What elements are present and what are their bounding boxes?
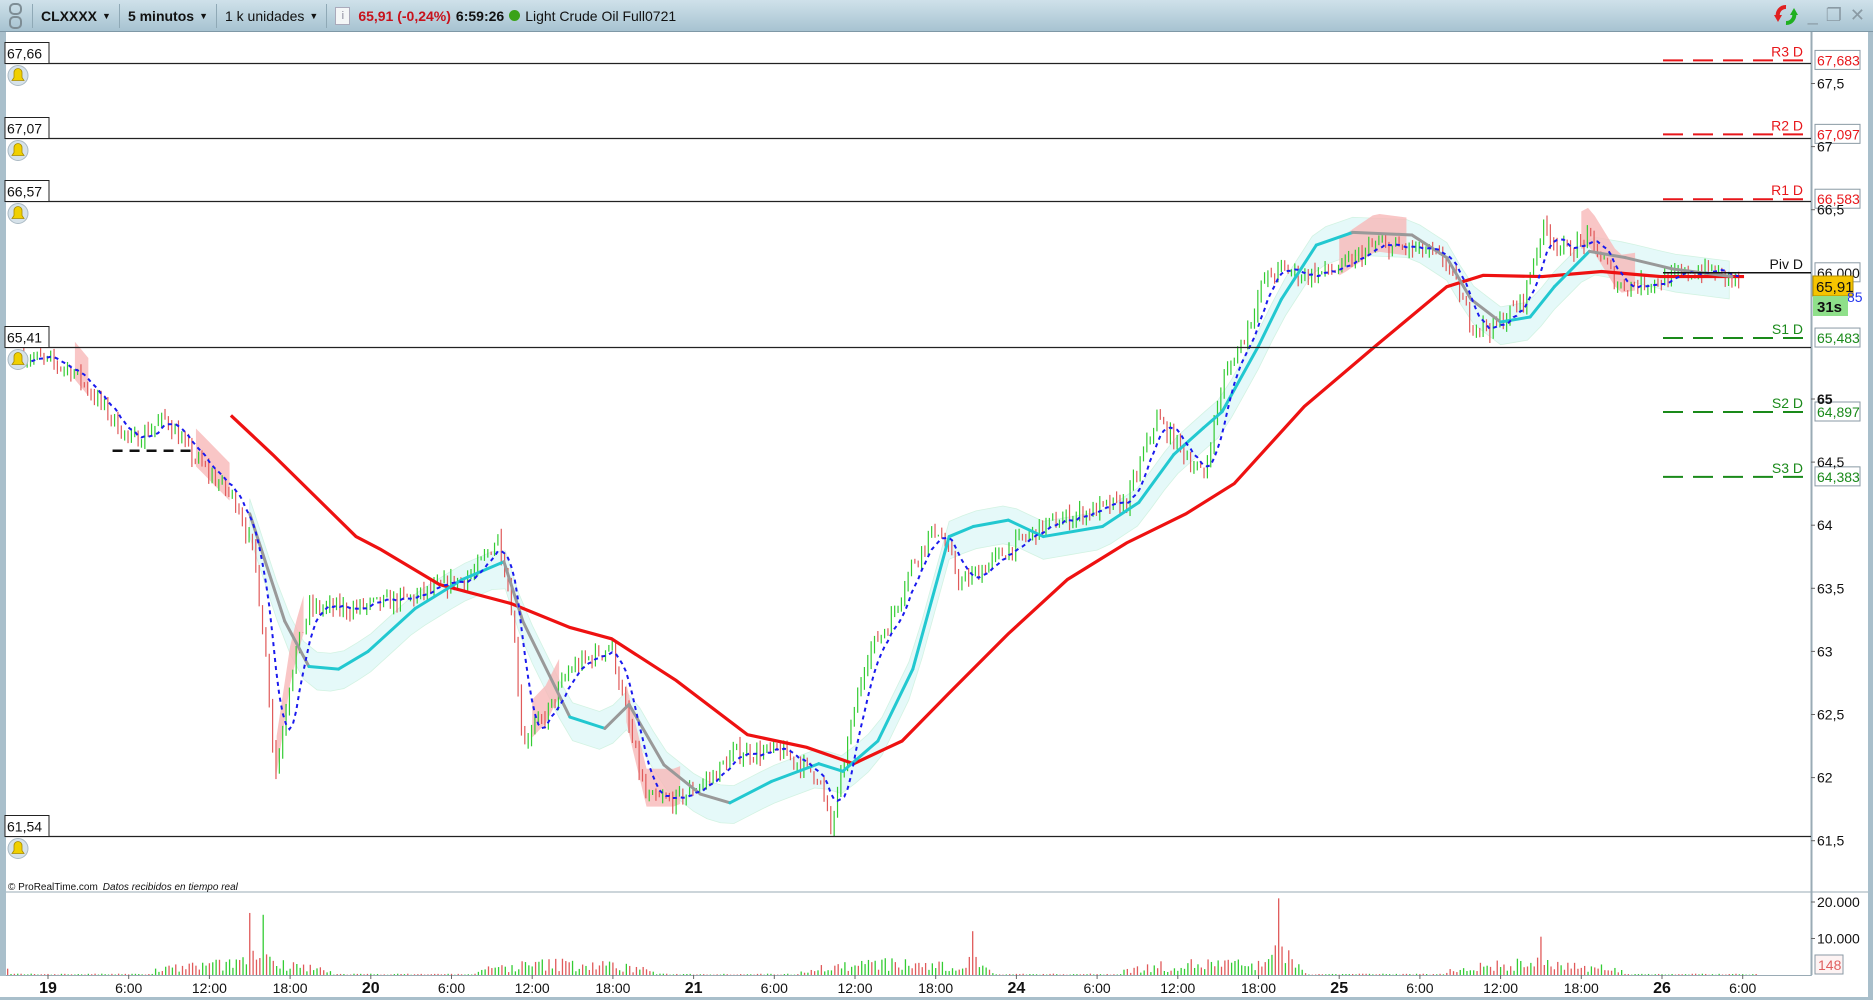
alert-label: 66,57 [7,184,42,200]
watermark: © ProRealTime.com Datos recibidos en tiem… [8,882,239,893]
time-tick-label: 20 [362,980,380,997]
info-icon[interactable]: i [335,6,351,25]
pivot-name: R3 D [1771,43,1803,59]
divider [32,3,33,28]
clock-time: 6:59:26 [455,7,505,24]
bell-icon[interactable] [7,349,29,370]
units-selector[interactable]: 1 k unidades ▼ [221,8,322,24]
chevron-down-icon: ▼ [309,10,319,21]
plot-area [6,32,1811,975]
time-tick-label: 6:00 [1406,980,1433,996]
time-tick-label: 18:00 [918,980,953,996]
time-tick-label: 18:00 [273,980,308,996]
time-tick-label: 6:00 [1083,980,1110,996]
price-chart[interactable]: 67,66 67,07 66,57 65,41 61,54 R3 D 67,683 R2 D… [0,32,1873,1000]
instrument-name: Light Crude Oil Full0721 [525,7,677,24]
bell-icon[interactable] [7,838,29,859]
time-tick-label: 21 [685,980,703,997]
refresh-icon[interactable] [1772,3,1800,27]
symbol-selector[interactable]: CLXXXX ▼ [37,8,115,24]
time-tick-label: 18:00 [595,980,630,996]
chevron-down-icon: ▼ [199,10,208,21]
minimize-button[interactable]: _ [1808,5,1818,26]
pivot-name: Piv D [1770,256,1803,272]
alert-label: 67,07 [7,121,42,137]
status-dot-icon [509,10,521,21]
time-tick-label: 18:00 [1241,980,1276,996]
bell-icon[interactable] [7,140,29,161]
price-tick-label: 63 [1817,643,1833,659]
units-label: 1 k unidades [224,7,305,24]
pivot-name: R2 D [1771,117,1803,133]
price-tick-label: 67 [1817,139,1833,155]
pivot-name: S1 D [1772,321,1803,337]
timeframe-selector[interactable]: 5 minutos ▼ [124,8,212,24]
price-tick-label: 62,5 [1817,707,1844,723]
time-tick-label: 12:00 [837,980,872,996]
hidden-price-label: 85 [1847,289,1863,305]
time-tick-label: 12:00 [1160,980,1195,996]
time-tick-label: 6:00 [1729,980,1756,996]
volume-current-label: 148 [1818,957,1842,973]
alert-label: 65,41 [7,330,42,346]
symbol-label: CLXXXX [41,7,98,24]
bell-icon[interactable] [7,65,29,86]
close-button[interactable]: ✕ [1850,5,1865,26]
divider [215,3,217,28]
price-tick-label: 67,5 [1817,76,1844,92]
price-tick-label: 61,5 [1817,833,1844,849]
price-tick-label: 64,5 [1817,454,1844,470]
time-tick-label: 18:00 [1564,980,1599,996]
countdown-label: 31s [1817,299,1842,316]
time-tick-label: 12:00 [1483,980,1518,996]
toolbar: CLXXXX ▼ 5 minutos ▼ 1 k unidades ▼ i 65,91… [0,0,1873,32]
time-tick-label: 6:00 [115,980,142,996]
price-tick-label: 66,5 [1817,202,1844,218]
pivot-name: S2 D [1772,395,1803,411]
alert-label: 67,66 [7,46,42,62]
alert-label: 61,54 [7,819,42,835]
time-tick-label: 26 [1653,980,1671,997]
chevron-down-icon: ▼ [102,10,111,21]
price-tick-label: 64 [1817,517,1833,533]
time-tick-label: 12:00 [192,980,227,996]
time-tick-label: 19 [39,980,57,997]
divider [118,3,120,28]
pivot-value: 64,383 [1817,469,1860,485]
pivot-name: R1 D [1771,182,1803,198]
time-tick-label: 24 [1008,980,1026,997]
restore-button[interactable]: ❐ [1826,5,1842,26]
volume-tick-label: 10.000 [1817,931,1860,947]
price-axis[interactable] [1812,32,1868,997]
price-tick-label: 65 [1817,391,1833,407]
time-tick-label: 6:00 [438,980,465,996]
time-tick-label: 25 [1330,980,1348,997]
price-tick-label: 63,5 [1817,580,1844,596]
divider [326,3,328,28]
pivot-name: S3 D [1772,460,1803,476]
volume-tick-label: 20.000 [1817,894,1860,910]
link-icon[interactable] [6,2,24,29]
price-tick-label: 62 [1817,770,1833,786]
price-change: 65,91 (-0,24%) [358,7,451,24]
time-tick-label: 6:00 [761,980,788,996]
pivot-value: 67,683 [1817,52,1860,68]
window-controls: _ ❐ ✕ [1772,3,1865,27]
timeframe-label: 5 minutos [127,7,195,24]
bell-icon[interactable] [7,203,29,224]
pivot-value: 65,483 [1817,330,1860,346]
time-tick-label: 12:00 [515,980,550,996]
